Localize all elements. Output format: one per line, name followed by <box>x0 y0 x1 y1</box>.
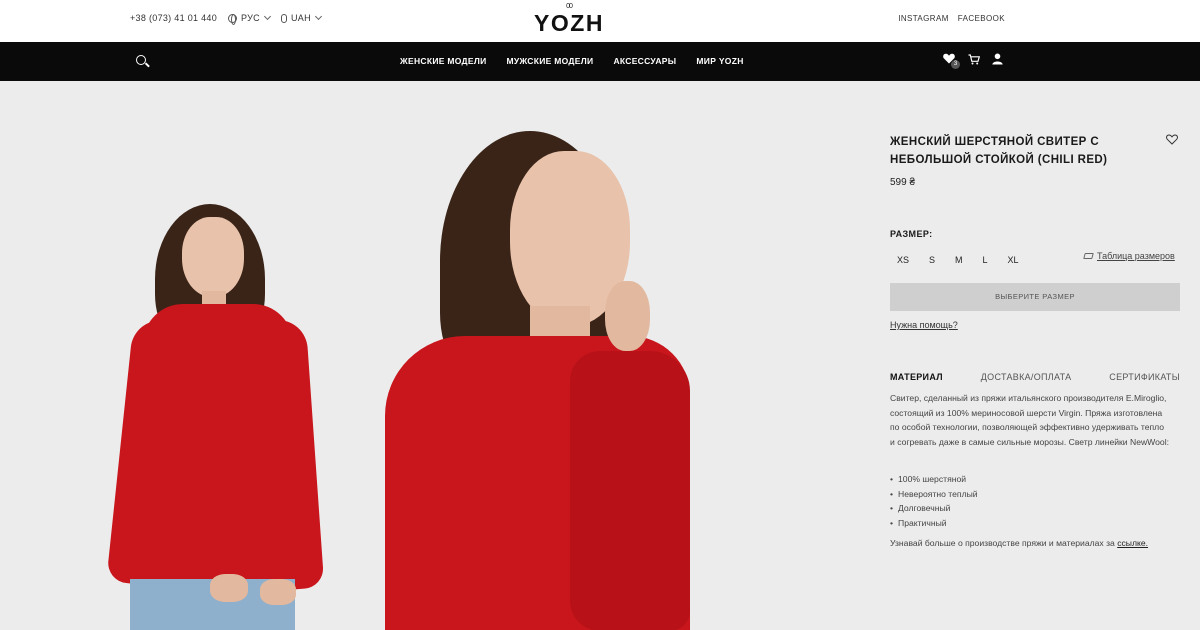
chevron-down-icon <box>263 12 272 21</box>
currency-selector[interactable]: UAH <box>280 12 322 23</box>
more-info-text: Узнавай больше о производстве пряжи и ма… <box>890 538 1148 548</box>
wishlist-button[interactable]: 3 <box>943 53 960 69</box>
size-option-xs[interactable]: XS <box>897 255 909 265</box>
choose-size-button[interactable]: ВЫБЕРИТЕ РАЗМЕР <box>890 283 1180 311</box>
add-to-wishlist-heart-icon[interactable] <box>1166 134 1178 145</box>
more-info-label: Узнавай больше о производстве пряжи и ма… <box>890 538 1118 548</box>
size-options: XS S M L XL <box>897 255 1039 265</box>
nav-menu: ЖЕНСКИЕ МОДЕЛИ МУЖСКИЕ МОДЕЛИ АКСЕССУАРЫ… <box>400 56 764 66</box>
feature-list: 100% шерстяной Невероятно теплый Долгове… <box>890 472 978 530</box>
size-table-label: Таблица размеров <box>1097 251 1175 261</box>
currency-label: UAH <box>290 13 311 23</box>
social-links: INSTAGRAM FACEBOOK <box>889 14 1005 23</box>
nav-item-world[interactable]: МИР YOZH <box>696 56 743 66</box>
nav-item-accessories[interactable]: АКСЕССУАРЫ <box>613 56 676 66</box>
phone-number[interactable]: +38 (073) 41 01 440 <box>130 13 217 23</box>
instagram-link[interactable]: INSTAGRAM <box>898 14 949 23</box>
cart-icon[interactable] <box>968 53 980 65</box>
search-icon[interactable] <box>136 55 146 65</box>
size-option-l[interactable]: L <box>983 255 988 265</box>
nav-icons: 3 <box>943 53 1003 69</box>
feature-item: 100% шерстяной <box>890 472 978 487</box>
top-bar-left: +38 (073) 41 01 440 РУС UAH <box>130 12 332 25</box>
language-selector[interactable]: РУС <box>228 12 272 25</box>
product-photo-full[interactable] <box>106 199 330 630</box>
size-label: РАЗМЕР: <box>890 229 933 239</box>
tab-material[interactable]: МАТЕРИАЛ <box>890 372 943 382</box>
logo[interactable]: 00 YOZH <box>524 3 614 37</box>
wishlist-count-badge: 3 <box>951 60 960 69</box>
product-title: ЖЕНСКИЙ ШЕРСТЯНОЙ СВИТЕР С НЕБОЛЬШОЙ СТО… <box>890 136 1108 166</box>
user-icon[interactable] <box>992 53 1003 65</box>
top-bar: +38 (073) 41 01 440 РУС UAH 00 YOZH INST… <box>0 0 1200 42</box>
language-label: РУС <box>241 13 260 23</box>
main-nav: ЖЕНСКИЕ МОДЕЛИ МУЖСКИЕ МОДЕЛИ АКСЕССУАРЫ… <box>0 42 1200 81</box>
size-table-link[interactable]: Таблица размеров <box>1083 251 1175 261</box>
nav-item-women[interactable]: ЖЕНСКИЕ МОДЕЛИ <box>400 56 487 66</box>
tab-delivery[interactable]: ДОСТАВКА/ОПЛАТА <box>981 372 1072 382</box>
help-link[interactable]: Нужна помощь? <box>890 320 958 330</box>
logo-text: YOZH <box>534 10 604 36</box>
globe-icon <box>228 13 238 25</box>
more-info-link[interactable]: ссылке. <box>1117 538 1148 548</box>
info-tabs: МАТЕРИАЛ ДОСТАВКА/ОПЛАТА СЕРТИФИКАТЫ <box>890 372 1180 382</box>
product-info: ЖЕНСКИЙ ШЕРСТЯНОЙ СВИТЕР С НЕБОЛЬШОЙ СТО… <box>860 81 1200 630</box>
size-option-xl[interactable]: XL <box>1008 255 1019 265</box>
product-price: 599 ₴ <box>890 177 916 188</box>
size-option-s[interactable]: S <box>929 255 935 265</box>
feature-item: Практичный <box>890 516 978 531</box>
product-gallery[interactable] <box>0 81 860 630</box>
ruler-icon <box>1083 253 1094 259</box>
product-photo-closeup[interactable] <box>380 131 710 630</box>
material-description: Свитер, сделанный из пряжи итальянского … <box>890 393 1169 447</box>
currency-icon <box>280 13 287 23</box>
tab-certificates[interactable]: СЕРТИФИКАТЫ <box>1109 372 1180 382</box>
feature-item: Долговечный <box>890 501 978 516</box>
size-option-m[interactable]: M <box>955 255 963 265</box>
feature-item: Невероятно теплый <box>890 487 978 502</box>
facebook-link[interactable]: FACEBOOK <box>958 14 1005 23</box>
nav-item-men[interactable]: МУЖСКИЕ МОДЕЛИ <box>507 56 594 66</box>
chevron-down-icon <box>314 12 322 21</box>
